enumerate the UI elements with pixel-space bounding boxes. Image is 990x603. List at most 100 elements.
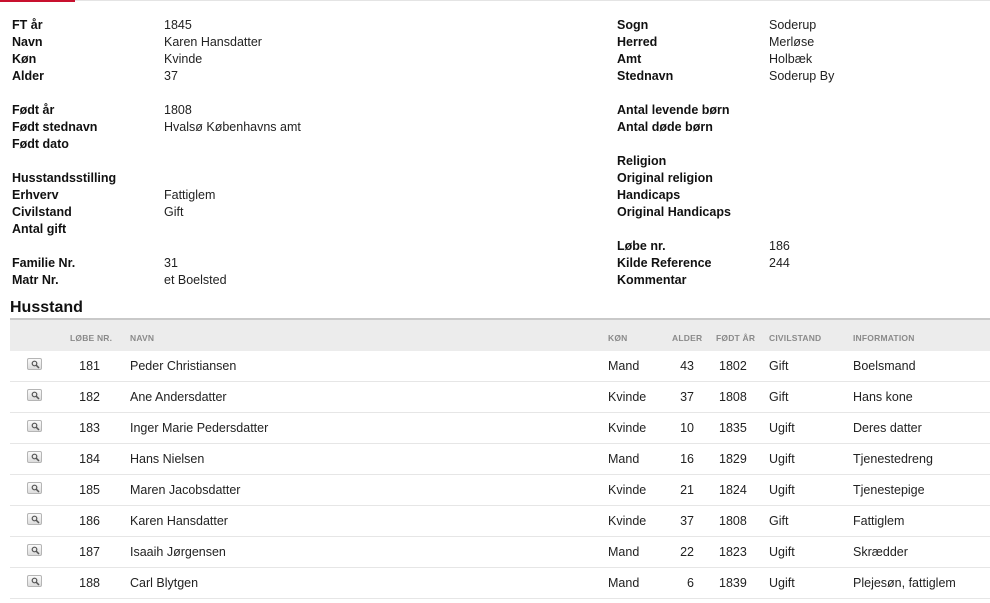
field-amt: Amt Holbæk — [617, 51, 812, 68]
field-original-handicaps: Original Handicaps — [617, 204, 731, 221]
field-spacer — [617, 221, 731, 238]
col-header-civilstand[interactable]: CIVILSTAND — [769, 333, 821, 343]
magnifier-icon[interactable] — [27, 451, 42, 463]
field-value: Soderup — [769, 18, 817, 32]
field-label: Original Handicaps — [617, 205, 731, 219]
magnifier-icon[interactable] — [27, 420, 42, 432]
magnifier-icon[interactable] — [27, 575, 42, 587]
field-label: Antal levende børn — [617, 103, 730, 117]
field-spacer — [617, 136, 731, 153]
cell-lobe: 187 — [79, 545, 100, 559]
field-label: FT år — [12, 18, 43, 32]
col-header-fodt-ar[interactable]: FØDT ÅR — [716, 333, 755, 343]
field-value: Fattiglem — [164, 188, 216, 202]
table-row[interactable]: 184 Hans Nielsen Mand 16 1829 Ugift Tjenestedr… — [10, 444, 990, 475]
field-value: Holbæk — [769, 52, 813, 66]
table-row[interactable]: 183 Inger Marie Pedersdatter Kvinde 10 1835 U… — [10, 413, 990, 444]
field-alder: Alder 37 — [12, 68, 178, 85]
field-civilstand: Civilstand Gift — [12, 204, 183, 221]
table-row[interactable]: 185 Maren Jacobsdatter Kvinde 21 1824 Ugift Tj… — [10, 475, 990, 506]
table-row[interactable]: 186 Karen Hansdatter Kvinde 37 1808 Gift Fatti… — [10, 506, 990, 537]
cell-navn[interactable]: Karen Hansdatter — [130, 514, 228, 528]
cell-alder: 6 — [687, 576, 694, 590]
field-label: Født stednavn — [12, 120, 98, 134]
cell-civil: Gift — [769, 359, 789, 373]
field-kon: Køn Kvinde — [12, 51, 202, 68]
cell-fodt: 1808 — [719, 390, 747, 404]
field-original-religion: Original religion — [617, 170, 731, 187]
field-label: Handicaps — [617, 188, 681, 202]
field-value: Hvalsø Københavns amt — [164, 120, 301, 134]
cell-navn[interactable]: Ane Andersdatter — [130, 390, 227, 404]
field-label: Amt — [617, 52, 642, 66]
field-familie-nr: Familie Nr. 31 — [12, 255, 178, 272]
cell-civil: Ugift — [769, 452, 795, 466]
cell-alder: 10 — [680, 421, 694, 435]
table-row[interactable]: 188 Carl Blytgen Mand 6 1839 Ugift Plejesøn, f… — [10, 568, 990, 599]
field-religion: Religion — [617, 153, 731, 170]
col-header-lobe-nr[interactable]: LØBE NR. — [70, 333, 112, 343]
household-table-header: LØBE NR. NAVN KØN ALDER FØDT ÅR CIVILSTA… — [10, 318, 990, 351]
col-header-alder[interactable]: ALDER — [672, 333, 702, 343]
magnifier-icon[interactable] — [27, 389, 42, 401]
field-navn: Navn Karen Hansdatter — [12, 34, 262, 51]
field-value: Gift — [164, 205, 184, 219]
col-header-kon[interactable]: KØN — [608, 333, 628, 343]
cell-info: Tjenestedreng — [853, 452, 933, 466]
cell-info: Deres datter — [853, 421, 922, 435]
cell-info: Skrædder — [853, 545, 908, 559]
field-label: Erhverv — [12, 188, 59, 202]
magnifier-icon[interactable] — [27, 544, 42, 556]
cell-navn[interactable]: Hans Nielsen — [130, 452, 204, 466]
cell-info: Hans kone — [853, 390, 913, 404]
cell-navn[interactable]: Maren Jacobsdatter — [130, 483, 240, 497]
field-label: Antal gift — [12, 222, 67, 236]
details-right-column: Sogn Soderup Herred Merløse Amt Holbæk Stednav… — [617, 17, 834, 289]
field-fodt-ar: Født år 1808 — [12, 102, 192, 119]
field-label: Løbe nr. — [617, 239, 666, 253]
field-label: Antal døde børn — [617, 120, 713, 134]
cell-fodt: 1839 — [719, 576, 747, 590]
cell-alder: 37 — [680, 514, 694, 528]
field-label: Herred — [617, 35, 658, 49]
field-value: 186 — [769, 239, 790, 253]
table-row[interactable]: 182 Ane Andersdatter Kvinde 37 1808 Gift Hans … — [10, 382, 990, 413]
field-label: Født år — [12, 103, 55, 117]
cell-lobe: 181 — [79, 359, 100, 373]
field-herred: Herred Merløse — [617, 34, 814, 51]
cell-kon: Mand — [608, 576, 640, 590]
cell-fodt: 1802 — [719, 359, 747, 373]
field-label: Husstandsstilling — [12, 171, 117, 185]
cell-kon: Mand — [608, 359, 640, 373]
table-row[interactable]: 181 Peder Christiansen Mand 43 1802 Gift Boels… — [10, 351, 990, 382]
cell-lobe: 182 — [79, 390, 100, 404]
magnifier-icon[interactable] — [27, 513, 42, 525]
col-header-information[interactable]: INFORMATION — [853, 333, 915, 343]
cell-navn[interactable]: Peder Christiansen — [130, 359, 236, 373]
table-row[interactable]: 187 Isaaih Jørgensen Mand 22 1823 Ugift Skrædd… — [10, 537, 990, 568]
cell-navn[interactable]: Carl Blytgen — [130, 576, 198, 590]
household-table: LØBE NR. NAVN KØN ALDER FØDT ÅR CIVILSTA… — [10, 318, 990, 599]
cell-navn[interactable]: Isaaih Jørgensen — [130, 545, 226, 559]
field-label: Religion — [617, 154, 667, 168]
field-label: Født dato — [12, 137, 69, 151]
household-table-body: 181 Peder Christiansen Mand 43 1802 Gift Boels… — [10, 351, 990, 599]
cell-navn[interactable]: Inger Marie Pedersdatter — [130, 421, 268, 435]
cell-fodt: 1829 — [719, 452, 747, 466]
field-spacer — [12, 238, 116, 255]
field-fodt-stednavn: Født stednavn Hvalsø Københavns amt — [12, 119, 301, 136]
field-stednavn: Stednavn Soderup By — [617, 68, 834, 85]
cell-alder: 16 — [680, 452, 694, 466]
field-spacer — [12, 85, 116, 102]
col-header-navn[interactable]: NAVN — [130, 333, 154, 343]
cell-fodt: 1823 — [719, 545, 747, 559]
magnifier-icon[interactable] — [27, 482, 42, 494]
magnifier-icon[interactable] — [27, 358, 42, 370]
field-label: Køn — [12, 52, 37, 66]
field-label: Kilde Reference — [617, 256, 712, 270]
field-value: Soderup By — [769, 69, 835, 83]
cell-info: Tjenestepige — [853, 483, 925, 497]
field-value: Karen Hansdatter — [164, 35, 262, 49]
cell-kon: Kvinde — [608, 514, 647, 528]
field-value: 37 — [164, 69, 178, 83]
